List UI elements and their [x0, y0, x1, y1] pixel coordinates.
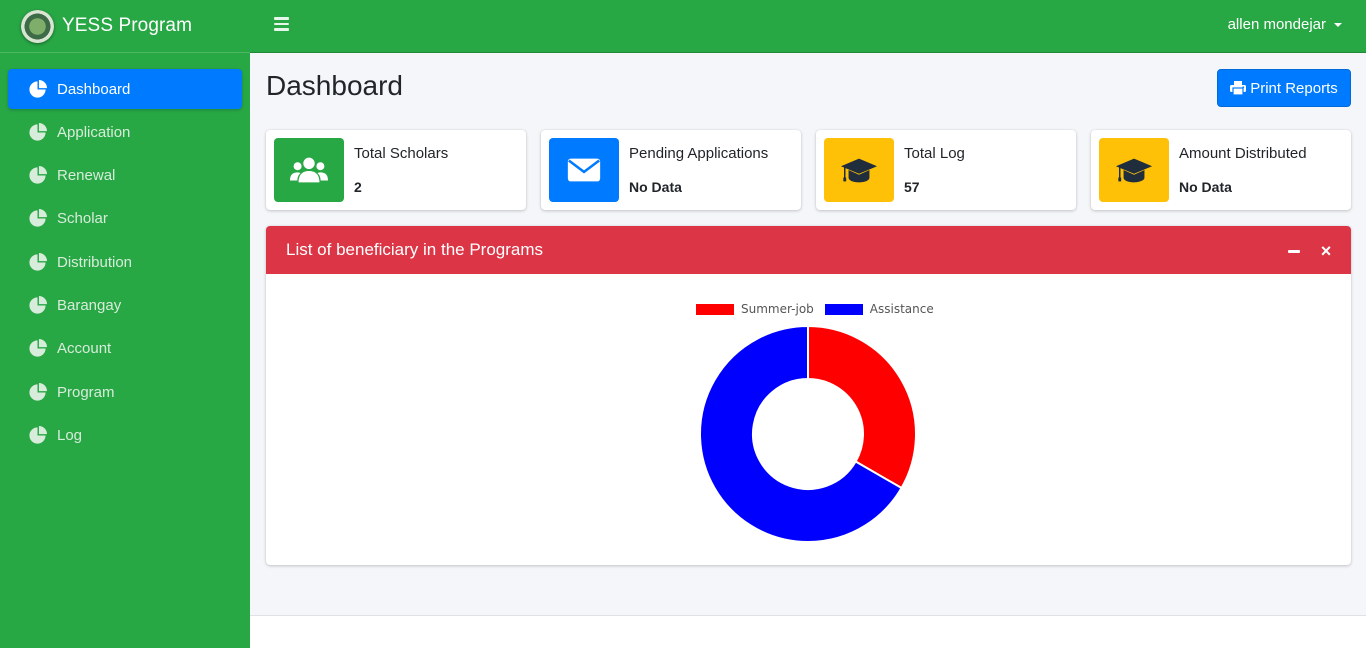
pie-chart-icon	[28, 79, 47, 99]
sidebar-item-dashboard[interactable]: Dashboard	[8, 69, 242, 109]
beneficiary-card: List of beneficiary in the Programs × Su…	[266, 226, 1351, 565]
print-icon	[1230, 81, 1247, 95]
user-name: allen mondejar	[1227, 16, 1326, 33]
info-box-label: Total Log	[904, 145, 965, 162]
sidebar-item-program[interactable]: Program	[8, 372, 242, 412]
sidebar-item-label: Account	[57, 340, 112, 358]
sidebar-item-label: Dashboard	[57, 80, 131, 98]
caret-down-icon	[1334, 22, 1342, 27]
pie-chart-icon	[28, 209, 47, 228]
sidebar-item-scholar[interactable]: Scholar	[8, 199, 242, 239]
info-box-value: No Data	[629, 179, 682, 195]
pie-chart-icon	[28, 295, 47, 315]
page-title: Dashboard	[266, 70, 403, 101]
pie-chart-icon	[28, 122, 47, 142]
info-box-label: Total Scholars	[354, 145, 449, 162]
doughnut-slice-summer-job[interactable]	[807, 324, 917, 490]
brand-logo	[21, 9, 54, 43]
sidebar-item-distribution[interactable]: Distribution	[8, 242, 242, 282]
pie-chart-icon	[28, 166, 47, 185]
pie-chart-icon	[28, 382, 47, 402]
card-title: List of beneficiary in the Programs	[286, 240, 544, 259]
sidebar-item-account[interactable]: Account	[8, 329, 242, 369]
minus-icon[interactable]	[1283, 240, 1305, 262]
info-box-total-scholars: Total Scholars 2	[266, 130, 526, 210]
sidebar-item-label: Distribution	[57, 253, 133, 271]
sidebar-item-label: Barangay	[57, 296, 122, 314]
card-header: List of beneficiary in the Programs ×	[266, 226, 1351, 274]
pie-chart-icon	[28, 252, 47, 272]
sidebar-item-label: Application	[57, 123, 131, 141]
print-reports-button[interactable]: Print Reports	[1217, 69, 1351, 107]
top-navbar: allen mondejar	[250, 0, 1366, 53]
info-box-pending-applications: Pending Applications No Data	[541, 130, 801, 210]
sidebar-item-label: Program	[57, 383, 115, 401]
sidebar-item-renewal[interactable]: Renewal	[8, 156, 242, 196]
sidebar-item-application[interactable]: Application	[8, 112, 242, 152]
info-box-total-log: Total Log 57	[816, 130, 1076, 210]
sidebar-item-label: Scholar	[57, 210, 108, 228]
sidebar-item-log[interactable]: Log	[8, 415, 242, 455]
info-box-value: 2	[354, 179, 362, 195]
graduation-cap-icon	[1099, 138, 1169, 202]
info-box-label: Amount Distributed	[1179, 145, 1307, 162]
bars-icon[interactable]	[274, 17, 289, 31]
sidebar-item-barangay[interactable]: Barangay	[8, 285, 242, 325]
print-reports-label: Print Reports	[1250, 79, 1338, 97]
graduation-cap-icon	[824, 138, 894, 202]
brand-name: YESS Program	[62, 15, 193, 36]
info-box-amount-distributed: Amount Distributed No Data	[1091, 130, 1351, 210]
pie-chart-icon	[28, 425, 47, 445]
footer	[250, 615, 1366, 648]
info-box-label: Pending Applications	[629, 145, 769, 162]
sidebar-nav: Dashboard Application Renewal Scholar Distri…	[0, 53, 250, 455]
sidebar-item-label: Renewal	[57, 167, 116, 185]
brand[interactable]: YESS Program	[0, 0, 250, 53]
sidebar: YESS Program Dashboard Application Renewal…	[0, 0, 250, 648]
info-box-value: No Data	[1179, 179, 1232, 195]
sidebar-item-label: Log	[57, 426, 83, 444]
main-content: Dashboard Print Reports Total Scholars 2 P…	[250, 54, 1366, 616]
beneficiary-doughnut-chart	[699, 324, 917, 543]
envelope-icon	[549, 138, 619, 202]
info-box-value: 57	[904, 179, 920, 195]
pie-chart-icon	[28, 339, 47, 358]
user-menu[interactable]: allen mondejar	[1228, 16, 1342, 33]
users-icon	[274, 138, 344, 202]
close-icon[interactable]: ×	[1315, 240, 1337, 262]
card-tools: ×	[1273, 240, 1337, 262]
